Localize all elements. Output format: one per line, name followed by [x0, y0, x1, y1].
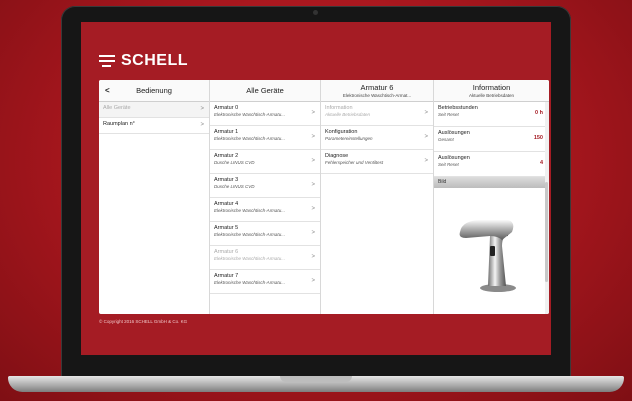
device-item-armatur-5[interactable]: Armatur 5 Elektronische Waschtisch-Armat…: [210, 222, 320, 246]
menu-item-sub: Fehlerspeicher und Ventiltest: [325, 160, 384, 165]
copyright-text: © Copyright 2016 SCHELL GmbH & Co. KG: [99, 319, 188, 324]
schell-logo: SCHELL: [99, 52, 188, 70]
menu-item-sub: Parametereinstellungen: [325, 136, 373, 141]
device-item-armatur-0[interactable]: Armatur 0 Elektronische Waschtisch-Armat…: [210, 102, 320, 126]
device-type: Elektronische Waschtisch-Armatu...: [214, 256, 285, 261]
column-subtitle: Aktuelle Betriebsdaten: [468, 93, 515, 98]
column-title: Armatur 6: [360, 83, 394, 92]
brand-name: SCHELL: [121, 52, 188, 69]
chevron-right-icon: >: [311, 109, 315, 116]
schell-logo-icon: [99, 54, 115, 68]
menu-item-konfiguration[interactable]: Konfiguration Parametereinstellungen >: [321, 126, 433, 150]
column-title: Information: [472, 83, 511, 92]
info-sub: Seit Reset: [438, 162, 459, 167]
column-information: Information Aktuelle Betriebsdaten Betri…: [434, 80, 549, 314]
device-name: Armatur 6: [214, 249, 239, 255]
device-name: Armatur 1: [214, 129, 239, 135]
info-value: 150: [533, 135, 543, 141]
column-header-bedienung: < Bedienung: [99, 80, 209, 102]
menu-item-label: Konfiguration: [325, 129, 358, 135]
info-label: Auslösungen: [438, 155, 470, 161]
chevron-right-icon: >: [424, 109, 428, 116]
info-row-ausloesungen-gesamt: Auslösungen Gesamt 150: [434, 127, 549, 152]
device-name: Armatur 5: [214, 225, 239, 231]
info-row-ausloesungen-reset: Auslösungen Seit Reset 4: [434, 152, 549, 177]
column-subtitle: Elektronische Waschtisch-Armat...: [342, 93, 412, 98]
nav-item-label: Alle Geräte: [103, 105, 131, 111]
chevron-right-icon: >: [311, 229, 315, 236]
device-type: Dusche LINUS CVD: [214, 160, 255, 165]
chevron-right-icon: >: [200, 121, 204, 128]
device-name: Armatur 3: [214, 177, 239, 183]
menu-item-label: Information: [325, 105, 353, 111]
column-alle-geraete: Alle Geräte Armatur 0 Elektronische Wasc…: [210, 80, 321, 314]
info-sub: Gesamt: [438, 137, 454, 142]
chevron-right-icon: >: [311, 133, 315, 140]
device-name: Armatur 0: [214, 105, 239, 111]
info-label: Auslösungen: [438, 130, 470, 136]
laptop-bezel: SCHELL < Bedienung Alle Geräte > Raumpla…: [61, 6, 571, 378]
faucet-image: [434, 188, 549, 314]
device-item-armatur-4[interactable]: Armatur 4 Elektronische Waschtisch-Armat…: [210, 198, 320, 222]
nav-item-alle-geraete[interactable]: Alle Geräte >: [99, 102, 209, 118]
app-window: < Bedienung Alle Geräte > Raumplan n° > …: [99, 80, 549, 314]
column-header-armatur-6: Armatur 6 Elektronische Waschtisch-Armat…: [321, 80, 433, 102]
chevron-right-icon: >: [200, 105, 204, 112]
camera: [313, 10, 318, 15]
chevron-right-icon: >: [424, 133, 428, 140]
menu-item-diagnose[interactable]: Diagnose Fehlerspeicher und Ventiltest >: [321, 150, 433, 174]
scrollbar[interactable]: [545, 102, 549, 314]
device-item-armatur-3[interactable]: Armatur 3 Dusche LINUS CVD >: [210, 174, 320, 198]
menu-item-information[interactable]: Information Aktuelle Betriebsdaten >: [321, 102, 433, 126]
column-bedienung: < Bedienung Alle Geräte > Raumplan n° >: [99, 80, 210, 314]
laptop-base: [8, 376, 624, 392]
info-value: 0 h: [535, 110, 543, 116]
device-type: Elektronische Waschtisch-Armatu...: [214, 280, 285, 285]
faucet-icon: [459, 220, 516, 292]
chevron-right-icon: >: [311, 253, 315, 260]
chevron-right-icon: >: [311, 181, 315, 188]
column-armatur-6: Armatur 6 Elektronische Waschtisch-Armat…: [321, 80, 434, 314]
menu-item-label: Diagnose: [325, 153, 349, 159]
chevron-right-icon: >: [311, 157, 315, 164]
back-button[interactable]: <: [105, 86, 110, 95]
menu-item-sub: Aktuelle Betriebsdaten: [325, 112, 371, 117]
device-name: Armatur 4: [214, 201, 239, 207]
device-name: Armatur 7: [214, 273, 239, 279]
nav-item-raumplan[interactable]: Raumplan n° >: [99, 118, 209, 134]
column-title: Bedienung: [136, 86, 172, 95]
device-type: Elektronische Waschtisch-Armatu...: [214, 232, 285, 237]
device-type: Elektronische Waschtisch-Armatu...: [214, 112, 285, 117]
info-sub: Seit Reset: [438, 112, 459, 117]
device-name: Armatur 2: [214, 153, 239, 159]
device-item-armatur-2[interactable]: Armatur 2 Dusche LINUS CVD >: [210, 150, 320, 174]
device-item-armatur-7[interactable]: Armatur 7 Elektronische Waschtisch-Armat…: [210, 270, 320, 294]
device-type: Elektronische Waschtisch-Armatu...: [214, 136, 285, 141]
column-title: Alle Geräte: [246, 86, 284, 95]
device-type: Dusche LINUS CVD: [214, 184, 255, 189]
laptop-notch: [280, 376, 352, 382]
laptop-screen: SCHELL < Bedienung Alle Geräte > Raumpla…: [81, 22, 551, 355]
chevron-right-icon: >: [311, 277, 315, 284]
chevron-right-icon: >: [424, 157, 428, 164]
device-item-armatur-1[interactable]: Armatur 1 Elektronische Waschtisch-Armat…: [210, 126, 320, 150]
image-section-header: Bild: [434, 177, 549, 188]
device-item-armatur-6[interactable]: Armatur 6 Elektronische Waschtisch-Armat…: [210, 246, 320, 270]
info-row-betriebsstunden: Betriebsstunden Seit Reset 0 h: [434, 102, 549, 127]
info-value: 4: [539, 160, 543, 166]
nav-item-label: Raumplan n°: [103, 121, 135, 127]
column-header-information: Information Aktuelle Betriebsdaten: [434, 80, 549, 102]
info-label: Betriebsstunden: [438, 105, 478, 111]
scrollbar-thumb[interactable]: [545, 182, 548, 282]
device-type: Elektronische Waschtisch-Armatu...: [214, 208, 285, 213]
chevron-right-icon: >: [311, 205, 315, 212]
column-header-alle-geraete: Alle Geräte: [210, 80, 320, 102]
